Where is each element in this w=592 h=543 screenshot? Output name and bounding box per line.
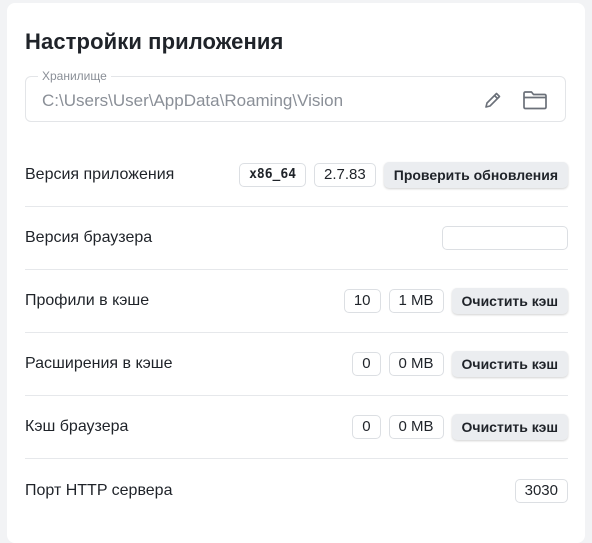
app-version-controls: x86_64 2.7.83 Проверить обновления [239, 162, 568, 188]
extensions-count-badge: 0 [352, 352, 381, 376]
extensions-cache-label: Расширения в кэше [25, 355, 173, 372]
http-port-controls: 3030 [514, 478, 568, 503]
http-port-value[interactable]: 3030 [514, 478, 568, 503]
row-browser-version: Версия браузера [25, 207, 568, 270]
browser-version-value [442, 226, 568, 250]
row-http-port: Порт HTTP сервера 3030 [25, 459, 568, 522]
profiles-size-badge: 1 MB [388, 289, 444, 313]
page-title: Настройки приложения [25, 29, 284, 54]
row-extensions-cache: Расширения в кэше 0 0 MB Очистить кэш [25, 333, 568, 396]
clear-profiles-cache-button[interactable]: Очистить кэш [451, 288, 568, 314]
browser-cache-controls: 0 0 MB Очистить кэш [352, 414, 568, 440]
browser-cache-count-badge: 0 [352, 415, 381, 439]
pencil-icon[interactable] [480, 88, 506, 112]
extensions-cache-controls: 0 0 MB Очистить кэш [352, 351, 568, 377]
extensions-size-badge: 0 MB [388, 352, 444, 376]
row-app-version: Версия приложения x86_64 2.7.83 Проверит… [25, 144, 568, 207]
app-version-label: Версия приложения [25, 166, 175, 183]
profiles-count-badge: 10 [343, 289, 381, 313]
browser-version-label: Версия браузера [25, 229, 153, 246]
profiles-cache-label: Профили в кэше [25, 292, 150, 309]
check-updates-button[interactable]: Проверить обновления [383, 162, 568, 188]
folder-icon[interactable] [522, 88, 548, 112]
profiles-cache-controls: 10 1 MB Очистить кэш [343, 288, 568, 314]
storage-legend: Хранилище [38, 69, 111, 83]
browser-cache-label: Кэш браузера [25, 418, 129, 435]
storage-field: Хранилище C:\Users\User\AppData\Roaming\… [25, 69, 566, 122]
clear-extensions-cache-button[interactable]: Очистить кэш [451, 351, 568, 377]
browser-version-controls [442, 226, 568, 250]
settings-panel: Настройки приложения Хранилище C:\Users\… [7, 3, 585, 543]
arch-badge: x86_64 [239, 163, 307, 187]
row-browser-cache: Кэш браузера 0 0 MB Очистить кэш [25, 396, 568, 459]
version-badge: 2.7.83 [314, 163, 376, 187]
clear-browser-cache-button[interactable]: Очистить кэш [451, 414, 568, 440]
row-profiles-cache: Профили в кэше 10 1 MB Очистить кэш [25, 270, 568, 333]
browser-cache-size-badge: 0 MB [388, 415, 444, 439]
storage-path: C:\Users\User\AppData\Roaming\Vision [42, 91, 344, 110]
http-port-label: Порт HTTP сервера [25, 481, 173, 499]
